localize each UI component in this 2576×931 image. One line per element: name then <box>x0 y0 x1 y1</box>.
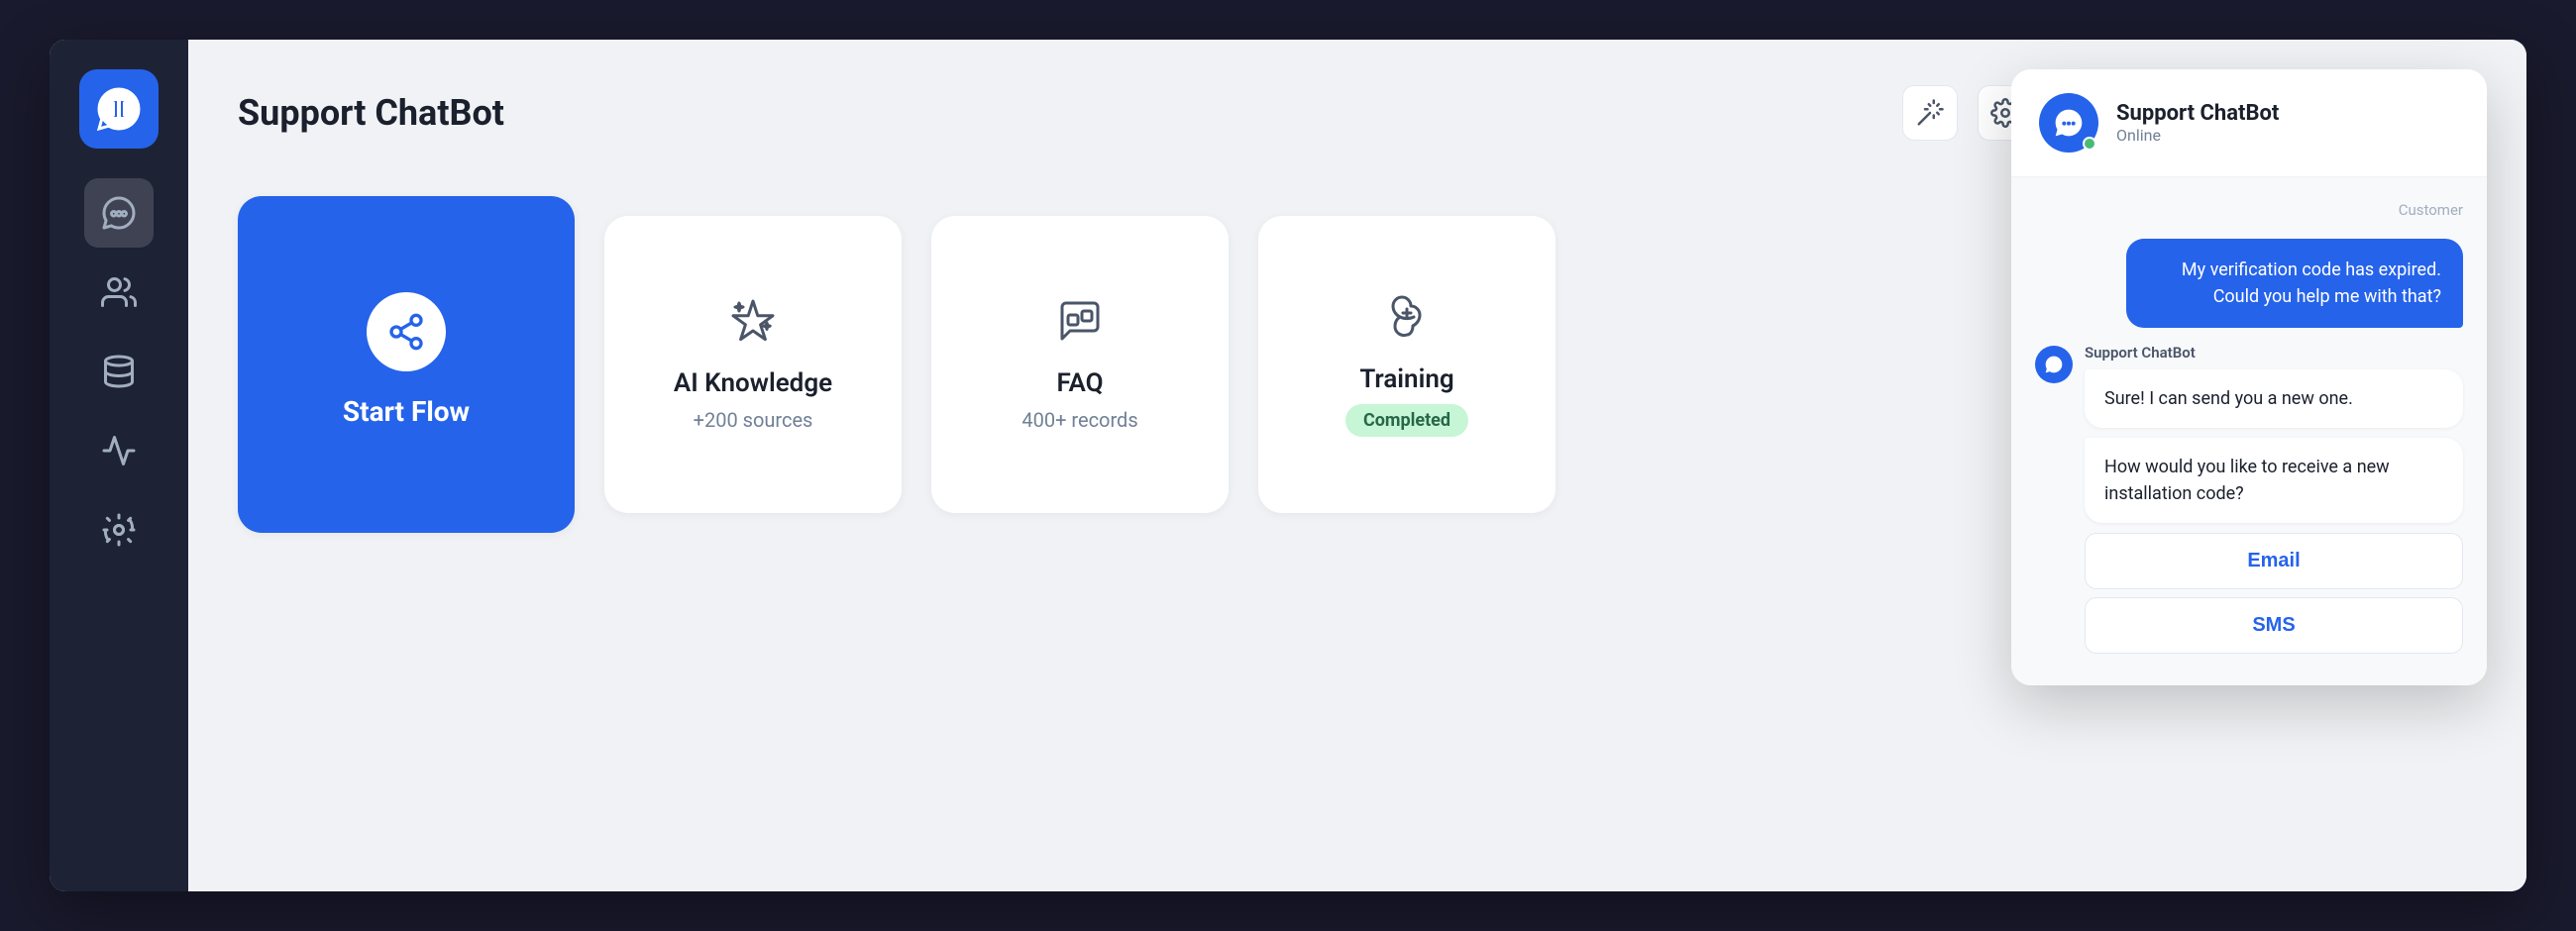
ai-knowledge-card[interactable]: AI Knowledge +200 sources <box>604 216 902 513</box>
sidebar-item-integrations[interactable] <box>84 495 154 565</box>
magic-icon-button[interactable] <box>1902 85 1958 141</box>
chat-bubbles-icon <box>1056 297 1104 345</box>
logo-icon <box>95 85 143 133</box>
sidebar-item-users[interactable] <box>84 258 154 327</box>
faq-title: FAQ <box>1056 368 1103 398</box>
database-nav-icon <box>101 354 137 389</box>
sidebar-logo[interactable] <box>79 69 159 149</box>
flow-icon <box>386 312 426 352</box>
chatbot-nav-icon <box>101 195 137 231</box>
start-flow-title: Start Flow <box>343 395 470 428</box>
sidebar <box>50 40 188 891</box>
bot-messages-stack: Support ChatBot Sure! I can send you a n… <box>2085 344 2463 662</box>
training-title: Training <box>1359 364 1453 394</box>
sidebar-item-chatbot[interactable] <box>84 178 154 248</box>
sidebar-item-database[interactable] <box>84 337 154 406</box>
integrations-nav-icon <box>101 512 137 548</box>
start-flow-card[interactable]: Start Flow <box>238 196 575 533</box>
bot-reply-2: How would you like to receive a new inst… <box>2085 438 2463 523</box>
bot-label: Support ChatBot <box>2085 344 2463 362</box>
faq-card[interactable]: FAQ 400+ records <box>931 216 1229 513</box>
training-card[interactable]: Training Completed <box>1258 216 1556 513</box>
training-completed-badge: Completed <box>1345 404 1468 437</box>
ai-knowledge-title: AI Knowledge <box>674 368 832 398</box>
chat-header: Support ChatBot Online <box>2011 69 2487 177</box>
ai-knowledge-icon-wrap <box>729 297 777 349</box>
chat-bot-avatar-icon <box>2053 107 2085 139</box>
start-flow-icon-circle <box>367 292 446 371</box>
bot-reply-1: Sure! I can send you a new one. <box>2085 369 2463 428</box>
email-option-button[interactable]: Email <box>2085 533 2463 589</box>
training-icon-wrap <box>1383 293 1431 345</box>
page-title: Support ChatBot <box>238 92 504 134</box>
chat-bot-name: Support ChatBot <box>2116 101 2459 126</box>
customer-label: Customer <box>2035 201 2463 219</box>
bot-message-row: Support ChatBot Sure! I can send you a n… <box>2035 344 2463 662</box>
bot-avatar-small-icon <box>2044 355 2064 374</box>
chat-overlay: Support ChatBot Online Customer My verif… <box>2011 69 2487 685</box>
ai-knowledge-subtitle: +200 sources <box>694 408 813 432</box>
chat-bot-status: Online <box>2116 126 2459 145</box>
online-status-indicator <box>2083 137 2096 151</box>
chat-bot-avatar <box>2039 93 2098 153</box>
chat-messages: Customer My verification code has expire… <box>2011 177 2487 685</box>
customer-message-bubble: My verification code has expired. Could … <box>2126 239 2463 328</box>
analytics-nav-icon <box>101 433 137 468</box>
faq-icon-wrap <box>1056 297 1104 349</box>
chat-header-info: Support ChatBot Online <box>2116 101 2459 145</box>
magic-wand-icon <box>1915 98 1945 128</box>
sidebar-item-analytics[interactable] <box>84 416 154 485</box>
sparkles-icon <box>729 297 777 345</box>
users-nav-icon <box>101 274 137 310</box>
faq-subtitle: 400+ records <box>1021 408 1137 432</box>
brain-icon <box>1383 293 1431 341</box>
sms-option-button[interactable]: SMS <box>2085 597 2463 654</box>
bot-avatar-small <box>2035 346 2073 383</box>
